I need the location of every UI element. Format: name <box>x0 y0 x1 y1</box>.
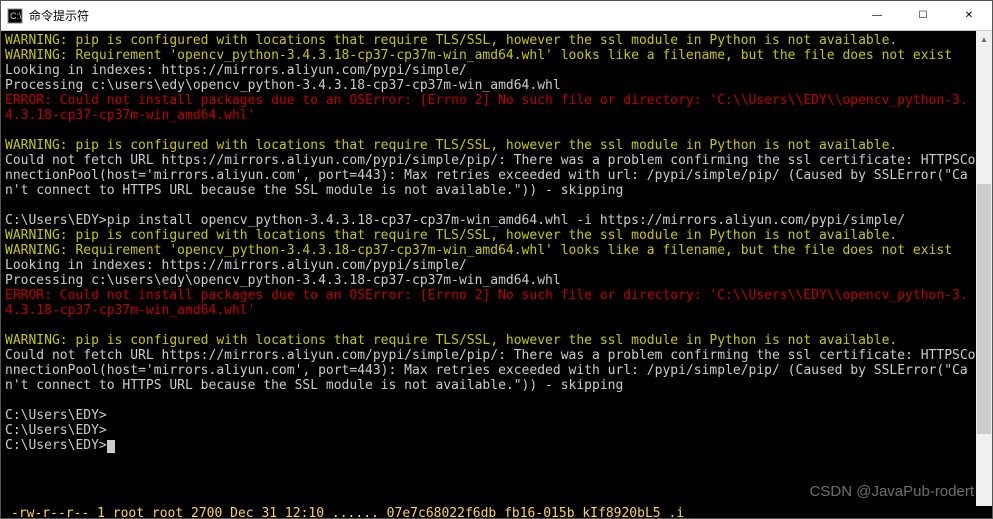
terminal-line: WARNING: Requirement 'opencv_python-3.4.… <box>5 48 952 63</box>
maximize-button[interactable]: ☐ <box>900 1 946 31</box>
terminal-line: Processing c:\users\edy\opencv_python-3.… <box>5 78 561 93</box>
terminal-line: C:\Users\EDY>pip install opencv_python-3… <box>5 213 905 228</box>
terminal-line: WARNING: pip is configured with location… <box>5 333 897 348</box>
terminal-line: Processing c:\users\edy\opencv_python-3.… <box>5 273 561 288</box>
minimize-button[interactable]: — <box>854 1 900 31</box>
svg-text:C:\: C:\ <box>10 11 22 21</box>
terminal-area: WARNING: pip is configured with location… <box>1 31 992 518</box>
scroll-thumb[interactable] <box>977 184 991 434</box>
terminal-line: WARNING: pip is configured with location… <box>5 228 897 243</box>
terminal-line: ERROR: Could not install packages due to… <box>5 93 968 123</box>
terminal-cursor <box>107 440 115 453</box>
terminal-line: Looking in indexes: https://mirrors.aliy… <box>5 258 467 273</box>
command-prompt-window: C:\ 命令提示符 — ☐ ✕ WARNING: pip is configur… <box>0 0 993 519</box>
terminal-line: C:\Users\EDY> <box>5 423 107 438</box>
window-controls: — ☐ ✕ <box>854 1 992 31</box>
cmd-icon: C:\ <box>7 8 23 24</box>
close-button[interactable]: ✕ <box>946 1 992 31</box>
terminal-line: WARNING: Requirement 'opencv_python-3.4.… <box>5 243 952 258</box>
terminal-line: ERROR: Could not install packages due to… <box>5 288 968 318</box>
terminal-line: Looking in indexes: https://mirrors.aliy… <box>5 63 467 78</box>
scroll-up-button[interactable]: ▲ <box>976 31 992 47</box>
terminal-prompt: C:\Users\EDY> <box>5 438 107 453</box>
titlebar[interactable]: C:\ 命令提示符 — ☐ ✕ <box>1 1 992 31</box>
terminal-line: WARNING: pip is configured with location… <box>5 138 897 153</box>
terminal-line: Could not fetch URL https://mirrors.aliy… <box>5 348 976 393</box>
terminal-line: C:\Users\EDY> <box>5 408 107 423</box>
vertical-scrollbar[interactable]: ▲ ▼ <box>976 31 992 518</box>
terminal-output[interactable]: WARNING: pip is configured with location… <box>1 31 976 518</box>
window-title: 命令提示符 <box>29 7 854 24</box>
cropped-bottom-line: -rw-r--r-- 1 root root 2700 Dec 31 12:10… <box>1 506 992 518</box>
terminal-line: Could not fetch URL https://mirrors.aliy… <box>5 153 976 198</box>
scroll-track[interactable] <box>976 47 992 502</box>
terminal-line: WARNING: pip is configured with location… <box>5 33 897 48</box>
